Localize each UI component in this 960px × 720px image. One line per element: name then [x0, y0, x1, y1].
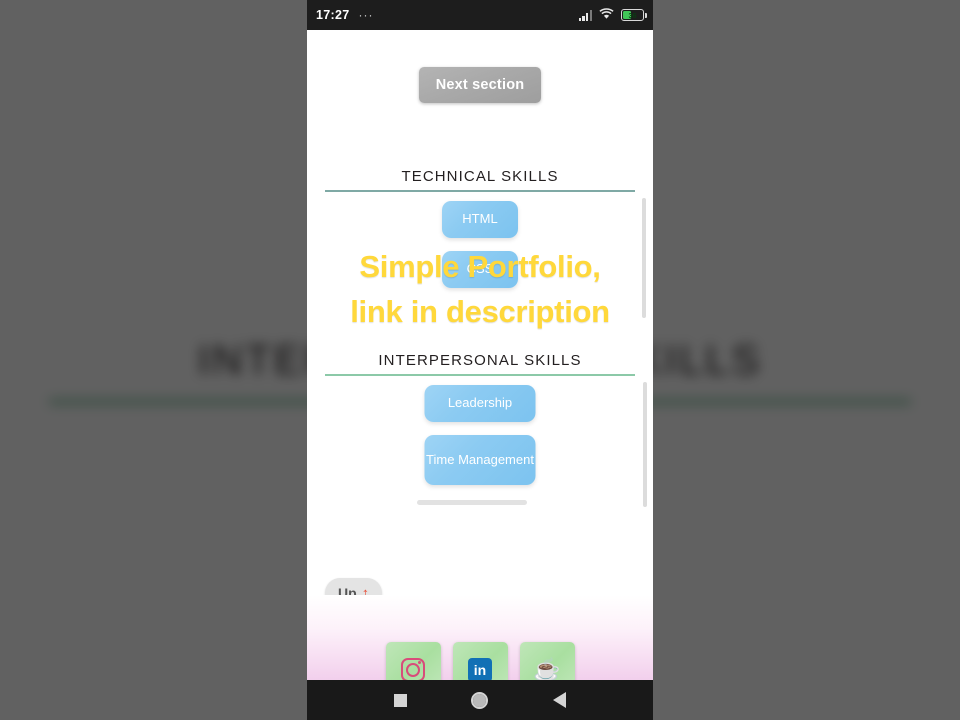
- status-bar: 17:27 ··· 36: [307, 0, 653, 30]
- recents-square-icon[interactable]: [394, 693, 408, 707]
- section-rule-interpersonal: [325, 374, 635, 376]
- skill-pill-css[interactable]: CSS: [442, 251, 518, 288]
- wifi-icon: [599, 7, 614, 23]
- battery-percent-label: 36: [628, 10, 637, 20]
- social-card-linkedin[interactable]: in: [452, 642, 508, 680]
- section-title-interpersonal-skills: INTERPERSONAL SKILLS: [378, 352, 582, 369]
- back-triangle-icon[interactable]: [552, 692, 566, 708]
- skill-pill-leadership[interactable]: Leadership: [424, 385, 536, 422]
- section-title-technical-skills: TECHNICAL SKILLS: [401, 168, 559, 185]
- footer-gradient: in ☕: [307, 595, 653, 680]
- home-circle-icon[interactable]: [471, 691, 489, 709]
- phone-screen: 17:27 ··· 36 Next section TECHNICAL SKIL…: [307, 0, 653, 720]
- section-rule-technical: [325, 190, 635, 192]
- social-card-instagram[interactable]: [385, 642, 441, 680]
- status-bar-overflow-icon: ···: [358, 8, 374, 22]
- interpersonal-skills-horizontal-scrollbar[interactable]: [417, 500, 527, 505]
- status-bar-clock: 17:27: [316, 8, 350, 22]
- battery-icon: 36: [621, 9, 647, 21]
- social-card-coffee[interactable]: ☕: [519, 642, 575, 680]
- browser-viewport[interactable]: Next section TECHNICAL SKILLS HTML CSS I…: [307, 30, 653, 680]
- skill-pill-html[interactable]: HTML: [442, 201, 518, 238]
- interpersonal-skills-vertical-scrollbar[interactable]: [643, 382, 647, 507]
- instagram-icon: [401, 657, 425, 680]
- android-navigation-bar: [307, 680, 653, 720]
- signal-bars-icon: [578, 9, 592, 21]
- linkedin-icon: in: [468, 657, 492, 680]
- next-section-button[interactable]: Next section: [418, 67, 542, 103]
- skill-pill-time-management[interactable]: Time Management: [424, 435, 536, 485]
- coffee-cup-icon: ☕: [533, 656, 561, 680]
- technical-skills-vertical-scrollbar[interactable]: [642, 198, 646, 318]
